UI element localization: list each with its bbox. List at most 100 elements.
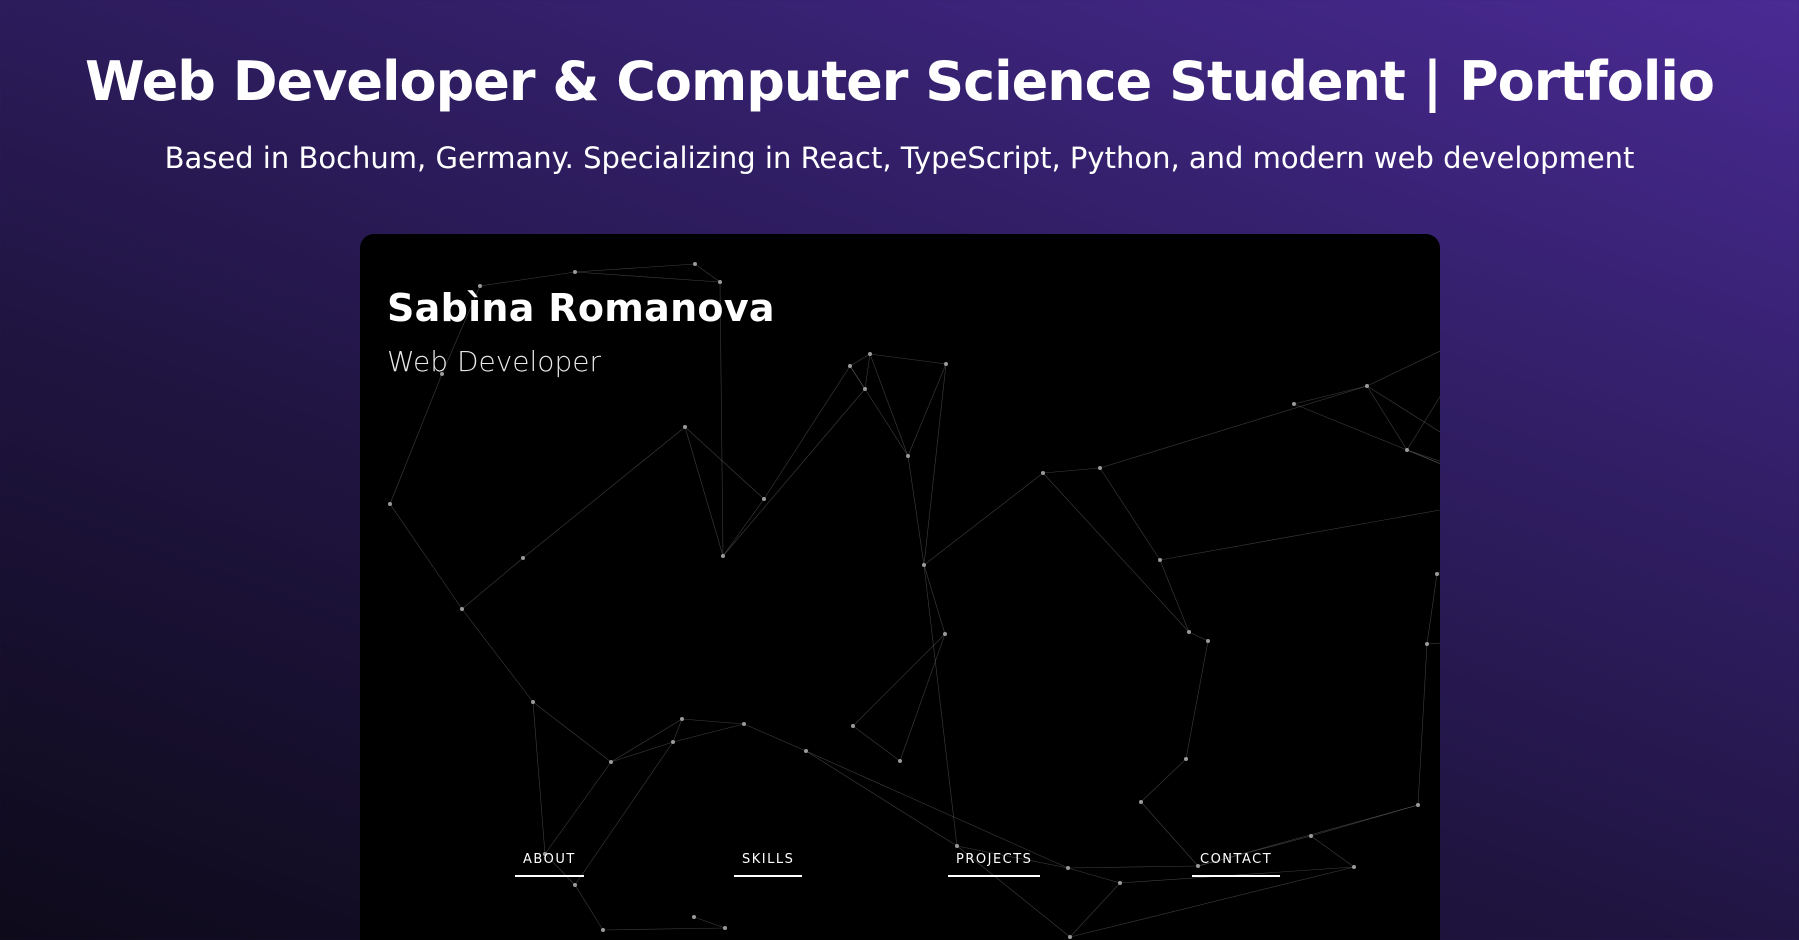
- network-edge: [1310, 804, 1419, 837]
- network-edge: [1069, 882, 1121, 938]
- network-node: [1118, 881, 1122, 885]
- network-edge: [1067, 865, 1199, 869]
- network-edge: [1140, 758, 1187, 803]
- page-subtitle: Based in Bochum, Germany. Specializing i…: [164, 141, 1635, 175]
- network-node: [388, 502, 392, 506]
- network-node: [848, 364, 852, 368]
- network-node: [1425, 642, 1429, 646]
- network-node: [1309, 834, 1313, 838]
- network-edge: [602, 927, 726, 931]
- nav-projects-link[interactable]: PROJECTS: [948, 852, 1041, 877]
- network-node: [1435, 572, 1439, 576]
- network-edge: [923, 564, 958, 847]
- profile-name: Sabìna Romanova: [387, 286, 775, 330]
- network-edge: [684, 426, 724, 557]
- network-edge: [869, 353, 947, 365]
- network-edge: [1159, 509, 1440, 561]
- network-edge: [610, 718, 683, 763]
- network-edge: [743, 723, 807, 752]
- network-node: [1158, 558, 1162, 562]
- network-node: [1068, 935, 1072, 939]
- particle-network-background: [388, 262, 1440, 939]
- network-edge: [1406, 449, 1440, 464]
- network-edge: [574, 741, 674, 886]
- network-edge: [461, 608, 534, 703]
- network-edge: [1406, 396, 1440, 451]
- network-edge: [610, 741, 674, 763]
- network-node: [1405, 448, 1409, 452]
- network-edge: [805, 750, 1069, 869]
- network-edge: [1185, 640, 1209, 760]
- network-edge: [672, 718, 683, 743]
- network-node: [863, 387, 867, 391]
- network-edge: [849, 365, 866, 390]
- network-node: [944, 362, 948, 366]
- profile-role: Web Developer: [387, 345, 601, 378]
- network-node: [531, 700, 535, 704]
- network-node: [906, 454, 910, 458]
- network-edge: [1293, 385, 1368, 405]
- network-edge: [693, 916, 726, 929]
- network-node: [898, 759, 902, 763]
- network-node: [1184, 757, 1188, 761]
- network-node: [601, 928, 605, 932]
- network-edge: [1406, 449, 1440, 464]
- network-node: [851, 724, 855, 728]
- nav-about-link[interactable]: ABOUT: [515, 852, 584, 877]
- network-node: [1187, 630, 1191, 634]
- network-node: [721, 554, 725, 558]
- network-edge: [1188, 631, 1209, 642]
- network-node: [680, 717, 684, 721]
- network-node: [609, 760, 613, 764]
- network-edge: [1069, 866, 1355, 938]
- network-edge: [1293, 403, 1408, 451]
- network-node: [460, 607, 464, 611]
- network-edge: [923, 472, 1044, 566]
- network-edge: [461, 557, 524, 610]
- network-node: [1416, 803, 1420, 807]
- network-edge: [1366, 385, 1408, 451]
- network-node: [573, 270, 577, 274]
- network-edge: [1067, 867, 1121, 884]
- network-edge: [722, 498, 765, 557]
- page-title: Web Developer & Computer Science Student…: [85, 50, 1715, 113]
- network-edge: [684, 426, 765, 500]
- network-node: [762, 497, 766, 501]
- nav-contact-link[interactable]: CONTACT: [1192, 852, 1281, 877]
- network-edge: [1310, 835, 1355, 868]
- network-node: [868, 352, 872, 356]
- network-edge: [1436, 571, 1440, 575]
- network-node: [723, 926, 727, 930]
- network-edge: [1140, 801, 1199, 867]
- network-edge: [869, 353, 909, 457]
- network-edge: [907, 455, 925, 566]
- network-edge: [849, 353, 871, 367]
- network-edge: [805, 750, 958, 847]
- network-node: [693, 262, 697, 266]
- network-edge: [574, 263, 696, 273]
- nav-skills-link[interactable]: SKILLS: [734, 852, 803, 877]
- network-edge: [1042, 472, 1190, 633]
- network-edge: [852, 633, 946, 727]
- network-node: [1365, 384, 1369, 388]
- network-node: [1041, 471, 1045, 475]
- network-node: [922, 563, 926, 567]
- network-edge: [923, 564, 946, 635]
- network-edge: [1417, 643, 1428, 806]
- network-node: [718, 280, 722, 284]
- network-edge: [479, 271, 576, 287]
- network-edge: [907, 363, 947, 457]
- network-node: [671, 740, 675, 744]
- network-node: [521, 556, 525, 560]
- network-edge: [1366, 385, 1440, 433]
- network-edge: [1426, 573, 1438, 645]
- network-edge: [1042, 467, 1101, 474]
- network-node: [1098, 466, 1102, 470]
- network-edge: [544, 761, 612, 855]
- network-edge: [1099, 385, 1368, 469]
- network-edge: [389, 373, 443, 505]
- network-edge: [389, 503, 463, 610]
- network-node: [1139, 800, 1143, 804]
- network-node: [804, 749, 808, 753]
- network-edge: [923, 363, 947, 566]
